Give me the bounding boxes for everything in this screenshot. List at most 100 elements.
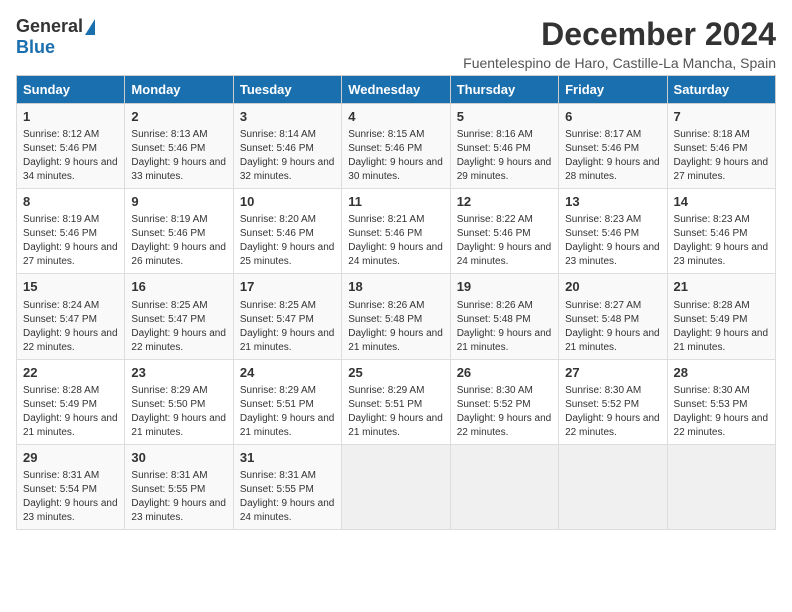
day-cell: 24 Sunrise: 8:29 AMSunset: 5:51 PMDaylig… [233, 359, 341, 444]
day-details: Sunrise: 8:28 AMSunset: 5:49 PMDaylight:… [23, 384, 118, 440]
header-cell-thursday: Thursday [450, 76, 558, 104]
logo-general: General [16, 16, 83, 37]
day-details: Sunrise: 8:28 AMSunset: 5:49 PMDaylight:… [674, 299, 769, 355]
day-cell: 1 Sunrise: 8:12 AMSunset: 5:46 PMDayligh… [17, 104, 125, 189]
day-details: Sunrise: 8:25 AMSunset: 5:47 PMDaylight:… [240, 299, 335, 355]
day-cell: 11 Sunrise: 8:21 AMSunset: 5:46 PMDaylig… [342, 189, 450, 274]
day-cell: 12 Sunrise: 8:22 AMSunset: 5:46 PMDaylig… [450, 189, 558, 274]
calendar-body: 1 Sunrise: 8:12 AMSunset: 5:46 PMDayligh… [17, 104, 776, 530]
day-cell: 2 Sunrise: 8:13 AMSunset: 5:46 PMDayligh… [125, 104, 233, 189]
day-details: Sunrise: 8:23 AMSunset: 5:46 PMDaylight:… [565, 213, 660, 269]
day-number: 18 [348, 278, 443, 296]
day-number: 4 [348, 108, 443, 126]
day-details: Sunrise: 8:18 AMSunset: 5:46 PMDaylight:… [674, 128, 769, 184]
day-number: 23 [131, 364, 226, 382]
day-details: Sunrise: 8:21 AMSunset: 5:46 PMDaylight:… [348, 213, 443, 269]
day-cell: 8 Sunrise: 8:19 AMSunset: 5:46 PMDayligh… [17, 189, 125, 274]
day-cell: 28 Sunrise: 8:30 AMSunset: 5:53 PMDaylig… [667, 359, 775, 444]
day-details: Sunrise: 8:15 AMSunset: 5:46 PMDaylight:… [348, 128, 443, 184]
day-details: Sunrise: 8:29 AMSunset: 5:51 PMDaylight:… [240, 384, 335, 440]
day-cell: 18 Sunrise: 8:26 AMSunset: 5:48 PMDaylig… [342, 274, 450, 359]
day-details: Sunrise: 8:12 AMSunset: 5:46 PMDaylight:… [23, 128, 118, 184]
header-cell-saturday: Saturday [667, 76, 775, 104]
day-details: Sunrise: 8:30 AMSunset: 5:52 PMDaylight:… [565, 384, 660, 440]
header-cell-wednesday: Wednesday [342, 76, 450, 104]
day-number: 12 [457, 193, 552, 211]
day-cell: 26 Sunrise: 8:30 AMSunset: 5:52 PMDaylig… [450, 359, 558, 444]
calendar-header: SundayMondayTuesdayWednesdayThursdayFrid… [17, 76, 776, 104]
day-cell: 22 Sunrise: 8:28 AMSunset: 5:49 PMDaylig… [17, 359, 125, 444]
day-cell: 29 Sunrise: 8:31 AMSunset: 5:54 PMDaylig… [17, 444, 125, 529]
day-details: Sunrise: 8:22 AMSunset: 5:46 PMDaylight:… [457, 213, 552, 269]
calendar-table: SundayMondayTuesdayWednesdayThursdayFrid… [16, 75, 776, 530]
day-number: 30 [131, 449, 226, 467]
day-cell: 5 Sunrise: 8:16 AMSunset: 5:46 PMDayligh… [450, 104, 558, 189]
week-row-3: 15 Sunrise: 8:24 AMSunset: 5:47 PMDaylig… [17, 274, 776, 359]
week-row-1: 1 Sunrise: 8:12 AMSunset: 5:46 PMDayligh… [17, 104, 776, 189]
day-cell: 9 Sunrise: 8:19 AMSunset: 5:46 PMDayligh… [125, 189, 233, 274]
day-cell: 15 Sunrise: 8:24 AMSunset: 5:47 PMDaylig… [17, 274, 125, 359]
day-cell: 31 Sunrise: 8:31 AMSunset: 5:55 PMDaylig… [233, 444, 341, 529]
day-details: Sunrise: 8:16 AMSunset: 5:46 PMDaylight:… [457, 128, 552, 184]
calendar-subtitle: Fuentelespino de Haro, Castille-La Manch… [463, 55, 776, 71]
day-number: 3 [240, 108, 335, 126]
day-cell: 10 Sunrise: 8:20 AMSunset: 5:46 PMDaylig… [233, 189, 341, 274]
day-cell: 14 Sunrise: 8:23 AMSunset: 5:46 PMDaylig… [667, 189, 775, 274]
day-number: 31 [240, 449, 335, 467]
day-number: 10 [240, 193, 335, 211]
day-number: 27 [565, 364, 660, 382]
day-cell: 23 Sunrise: 8:29 AMSunset: 5:50 PMDaylig… [125, 359, 233, 444]
day-details: Sunrise: 8:31 AMSunset: 5:55 PMDaylight:… [131, 469, 226, 525]
day-number: 28 [674, 364, 769, 382]
day-cell: 16 Sunrise: 8:25 AMSunset: 5:47 PMDaylig… [125, 274, 233, 359]
day-details: Sunrise: 8:19 AMSunset: 5:46 PMDaylight:… [23, 213, 118, 269]
week-row-4: 22 Sunrise: 8:28 AMSunset: 5:49 PMDaylig… [17, 359, 776, 444]
day-number: 6 [565, 108, 660, 126]
day-number: 9 [131, 193, 226, 211]
day-details: Sunrise: 8:31 AMSunset: 5:55 PMDaylight:… [240, 469, 335, 525]
day-number: 2 [131, 108, 226, 126]
day-cell: 19 Sunrise: 8:26 AMSunset: 5:48 PMDaylig… [450, 274, 558, 359]
header-cell-sunday: Sunday [17, 76, 125, 104]
day-details: Sunrise: 8:31 AMSunset: 5:54 PMDaylight:… [23, 469, 118, 525]
day-number: 13 [565, 193, 660, 211]
day-number: 17 [240, 278, 335, 296]
day-details: Sunrise: 8:26 AMSunset: 5:48 PMDaylight:… [348, 299, 443, 355]
day-number: 29 [23, 449, 118, 467]
day-number: 7 [674, 108, 769, 126]
calendar-title: December 2024 [463, 16, 776, 53]
day-number: 21 [674, 278, 769, 296]
header-cell-monday: Monday [125, 76, 233, 104]
day-number: 24 [240, 364, 335, 382]
day-cell [559, 444, 667, 529]
day-number: 11 [348, 193, 443, 211]
day-details: Sunrise: 8:19 AMSunset: 5:46 PMDaylight:… [131, 213, 226, 269]
day-cell: 6 Sunrise: 8:17 AMSunset: 5:46 PMDayligh… [559, 104, 667, 189]
logo-triangle-icon [85, 19, 95, 35]
day-cell: 20 Sunrise: 8:27 AMSunset: 5:48 PMDaylig… [559, 274, 667, 359]
day-details: Sunrise: 8:29 AMSunset: 5:50 PMDaylight:… [131, 384, 226, 440]
logo: General Blue [16, 16, 95, 58]
day-number: 15 [23, 278, 118, 296]
week-row-2: 8 Sunrise: 8:19 AMSunset: 5:46 PMDayligh… [17, 189, 776, 274]
day-cell: 27 Sunrise: 8:30 AMSunset: 5:52 PMDaylig… [559, 359, 667, 444]
day-cell: 21 Sunrise: 8:28 AMSunset: 5:49 PMDaylig… [667, 274, 775, 359]
day-cell: 7 Sunrise: 8:18 AMSunset: 5:46 PMDayligh… [667, 104, 775, 189]
day-cell [450, 444, 558, 529]
day-cell: 4 Sunrise: 8:15 AMSunset: 5:46 PMDayligh… [342, 104, 450, 189]
title-area: December 2024 Fuentelespino de Haro, Cas… [463, 16, 776, 71]
day-cell: 13 Sunrise: 8:23 AMSunset: 5:46 PMDaylig… [559, 189, 667, 274]
day-details: Sunrise: 8:27 AMSunset: 5:48 PMDaylight:… [565, 299, 660, 355]
day-details: Sunrise: 8:14 AMSunset: 5:46 PMDaylight:… [240, 128, 335, 184]
header-row: SundayMondayTuesdayWednesdayThursdayFrid… [17, 76, 776, 104]
day-number: 25 [348, 364, 443, 382]
day-number: 19 [457, 278, 552, 296]
header: General Blue December 2024 Fuentelespino… [16, 16, 776, 71]
day-details: Sunrise: 8:26 AMSunset: 5:48 PMDaylight:… [457, 299, 552, 355]
day-cell [667, 444, 775, 529]
day-number: 1 [23, 108, 118, 126]
day-details: Sunrise: 8:23 AMSunset: 5:46 PMDaylight:… [674, 213, 769, 269]
day-cell [342, 444, 450, 529]
day-details: Sunrise: 8:30 AMSunset: 5:52 PMDaylight:… [457, 384, 552, 440]
day-number: 8 [23, 193, 118, 211]
